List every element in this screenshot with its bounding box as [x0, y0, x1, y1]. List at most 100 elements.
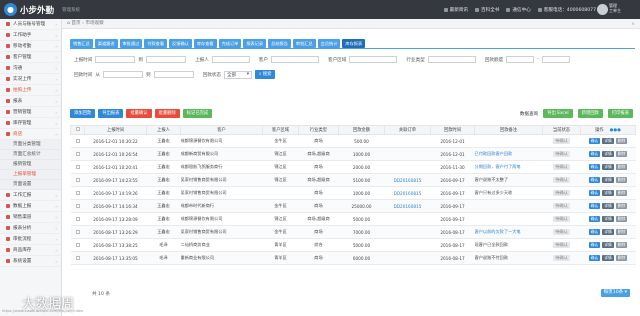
top-link-news[interactable]: 最新简讯 [443, 7, 468, 13]
tab-6[interactable]: 完成订单 [218, 39, 242, 48]
row-action-1[interactable]: 详情 [602, 164, 614, 170]
sidebar-item-a8[interactable]: 营销管理 › [0, 107, 61, 118]
row-action-0[interactable]: 确认 [588, 177, 601, 183]
search-button[interactable]: ⌕ 搜索 [255, 70, 276, 79]
sidebar-item-a10[interactable]: 商店 › [0, 129, 61, 140]
row-checkbox[interactable] [75, 242, 80, 247]
tab-3[interactable]: 付款查看 [144, 39, 168, 48]
row-checkbox-cell[interactable] [70, 186, 85, 200]
table-cell[interactable] [474, 199, 543, 213]
row-checkbox[interactable] [75, 203, 80, 208]
row-checkbox[interactable] [75, 151, 80, 156]
tab-10[interactable]: 会员统计 [317, 39, 341, 48]
sidebar-item-a4[interactable]: 沟通 › [0, 63, 61, 74]
row-checkbox[interactable] [75, 190, 80, 195]
row-action-2[interactable]: 删除 [615, 242, 628, 248]
row-action-1[interactable]: 详情 [602, 177, 614, 183]
table-cell[interactable]: DD20160815 [384, 173, 431, 187]
row-action-1[interactable]: 详情 [602, 203, 614, 209]
right-action-button-2[interactable]: 打印报表 [607, 109, 633, 118]
row-action-0[interactable]: 确认 [588, 190, 601, 196]
table-cell[interactable] [384, 251, 431, 265]
order-link[interactable]: DD20160815 [394, 191, 422, 196]
customer-input[interactable] [271, 56, 319, 63]
home-icon[interactable]: ⌂ [67, 21, 70, 26]
right-action-button-0[interactable]: 导出 Excel [543, 109, 573, 118]
tab-9[interactable]: 审批汇总 [292, 39, 316, 48]
row-action-2[interactable]: 删除 [615, 164, 628, 170]
tab-0[interactable]: 销售汇总 [70, 39, 93, 48]
sidebar-item-a9[interactable]: 库存管理 › [0, 118, 61, 129]
row-action-2[interactable]: 删除 [615, 190, 628, 196]
table-cell[interactable] [384, 238, 431, 252]
paytime-from-input[interactable] [103, 71, 143, 78]
row-action-0[interactable]: 确认 [588, 203, 601, 209]
row-action-2[interactable]: 删除 [615, 138, 628, 144]
row-action-2[interactable]: 删除 [615, 203, 628, 209]
sidebar-item-b0[interactable]: 工作汇报 › [0, 190, 61, 201]
row-action-2[interactable]: 删除 [615, 216, 628, 222]
row-action-1[interactable]: 详情 [602, 138, 614, 144]
sidebar-subitem-1[interactable]: 页面汇总统计 [0, 150, 61, 160]
row-checkbox-cell[interactable] [70, 251, 85, 265]
row-checkbox[interactable] [75, 229, 80, 234]
tab-7[interactable]: 报表记录 [243, 39, 267, 48]
table-cell[interactable] [384, 134, 431, 148]
row-action-1[interactable]: 详情 [602, 242, 614, 248]
table-cell[interactable]: 客户只有过多少天收 [474, 186, 543, 200]
area-input[interactable] [349, 56, 398, 63]
tab-4[interactable]: 反馈确认 [169, 39, 192, 48]
table-cell[interactable] [384, 160, 431, 174]
row-checkbox-cell[interactable] [70, 199, 85, 213]
row-checkbox[interactable] [75, 138, 80, 143]
select-all-checkbox[interactable] [75, 127, 80, 131]
tab-8[interactable]: 总结报告 [268, 39, 291, 48]
row-action-1[interactable]: 详情 [602, 216, 614, 222]
user-menu[interactable]: 管理 工单主 [609, 3, 636, 13]
industry-input[interactable] [427, 56, 476, 63]
row-action-0[interactable]: 确认 [588, 229, 601, 235]
row-action-1[interactable]: 详情 [602, 190, 614, 196]
time-to-input[interactable] [146, 56, 186, 63]
row-action-1[interactable]: 详情 [602, 255, 614, 261]
row-checkbox-cell[interactable] [70, 160, 85, 174]
row-checkbox[interactable] [75, 255, 80, 260]
row-checkbox[interactable] [75, 216, 80, 221]
sidebar-item-a5[interactable]: 实况上传 › [0, 74, 61, 85]
row-checkbox[interactable] [75, 164, 80, 169]
row-action-1[interactable]: 详情 [602, 151, 614, 157]
user-avatar[interactable] [597, 4, 608, 15]
reporter-input[interactable] [211, 56, 250, 63]
table-cell[interactable] [474, 134, 543, 148]
table-cell[interactable]: DD20160815 [384, 199, 431, 213]
order-link[interactable]: DD20160815 [394, 178, 422, 183]
tab-5[interactable]: 库存查看 [193, 39, 217, 48]
sidebar-item-a0[interactable]: 人员与账号管理 › [0, 19, 61, 30]
table-cell[interactable]: 分期回款，客户付了两笔 [474, 160, 543, 174]
row-action-0[interactable]: 确认 [588, 255, 601, 261]
row-checkbox-cell[interactable] [70, 147, 85, 161]
sidebar-item-b6[interactable]: 系统设置 › [0, 256, 61, 267]
sidebar-item-a2[interactable]: 移动考勤 › [0, 41, 61, 52]
breadcrumb-home[interactable]: 首页 [71, 21, 80, 26]
time-from-input[interactable] [95, 56, 136, 63]
sidebar-item-b2[interactable]: 销售渠道 › [0, 212, 61, 223]
table-cell[interactable]: 客户以前的欠款了一大笔 [474, 225, 543, 239]
action-button-4[interactable]: 标记已完成 [182, 109, 213, 118]
top-link-messages[interactable]: 通信中心 [506, 7, 531, 13]
sidebar-item-a6[interactable]: 拍照上传 › [0, 85, 61, 96]
tab-11[interactable]: 库存报表 [342, 39, 366, 48]
table-cell[interactable] [384, 225, 431, 239]
sidebar-item-a3[interactable]: 客户管理 › [0, 52, 61, 63]
more-icon[interactable]: ●●● [610, 128, 621, 133]
sidebar-item-b4[interactable]: 审批流程 › [0, 234, 61, 245]
sidebar-subitem-0[interactable]: 页面分类管理 [0, 140, 61, 150]
row-checkbox-cell[interactable] [70, 212, 85, 226]
top-link-wiki[interactable]: 百科全书 [475, 7, 499, 13]
row-action-0[interactable]: 确认 [588, 216, 601, 222]
state-select[interactable]: 全部 ▾ [224, 70, 252, 79]
table-cell[interactable] [384, 212, 431, 226]
row-action-0[interactable]: 确认 [588, 242, 601, 248]
row-checkbox-cell[interactable] [70, 134, 85, 148]
sidebar-item-a7[interactable]: 报表 › [0, 96, 61, 107]
